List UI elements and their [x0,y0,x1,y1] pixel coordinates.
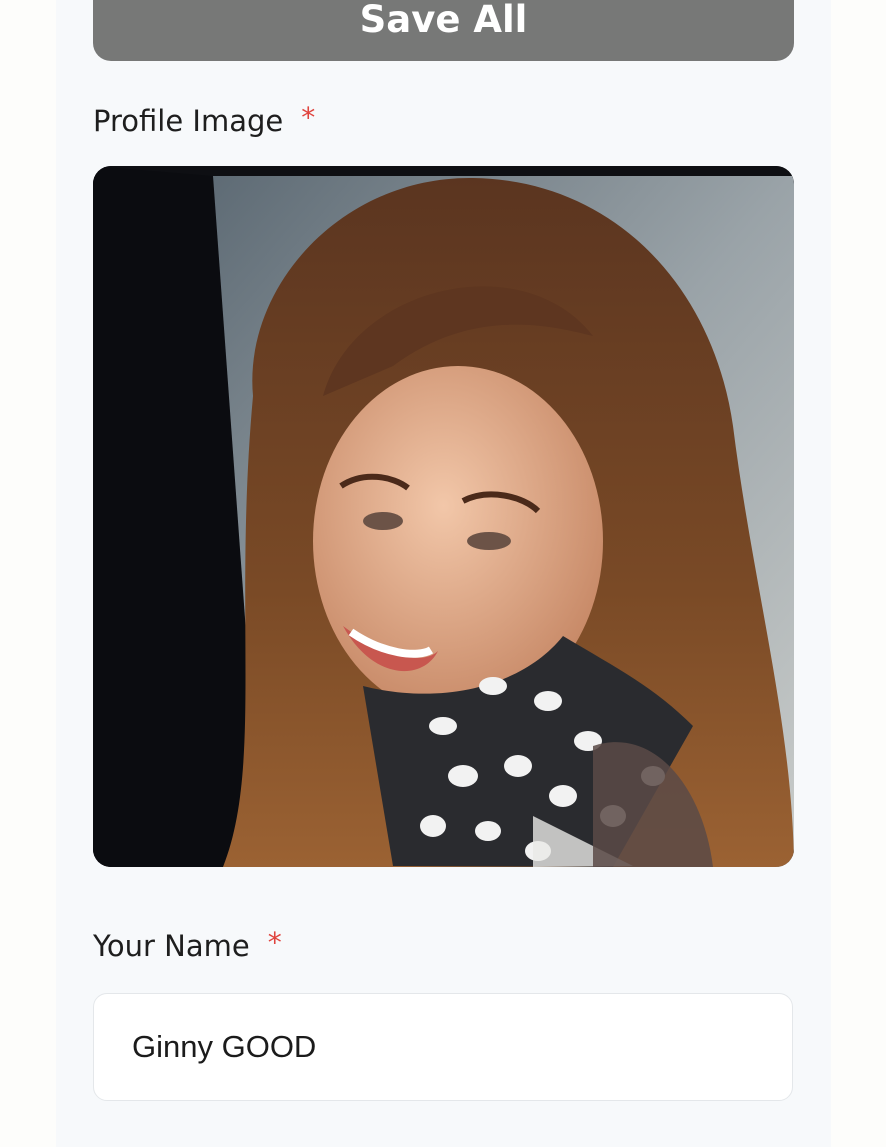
profile-photo [93,166,794,867]
your-name-input[interactable] [93,993,793,1101]
your-name-label: Your Name [93,929,250,963]
your-name-label-row: Your Name * [93,925,282,964]
save-all-button[interactable]: Save All [93,0,794,61]
profile-image-label-row: Profile Image * [93,100,316,139]
profile-image-preview[interactable] [93,166,794,867]
required-asterisk: * [301,100,316,134]
profile-image-label: Profile Image [93,104,284,138]
required-asterisk: * [267,925,282,959]
